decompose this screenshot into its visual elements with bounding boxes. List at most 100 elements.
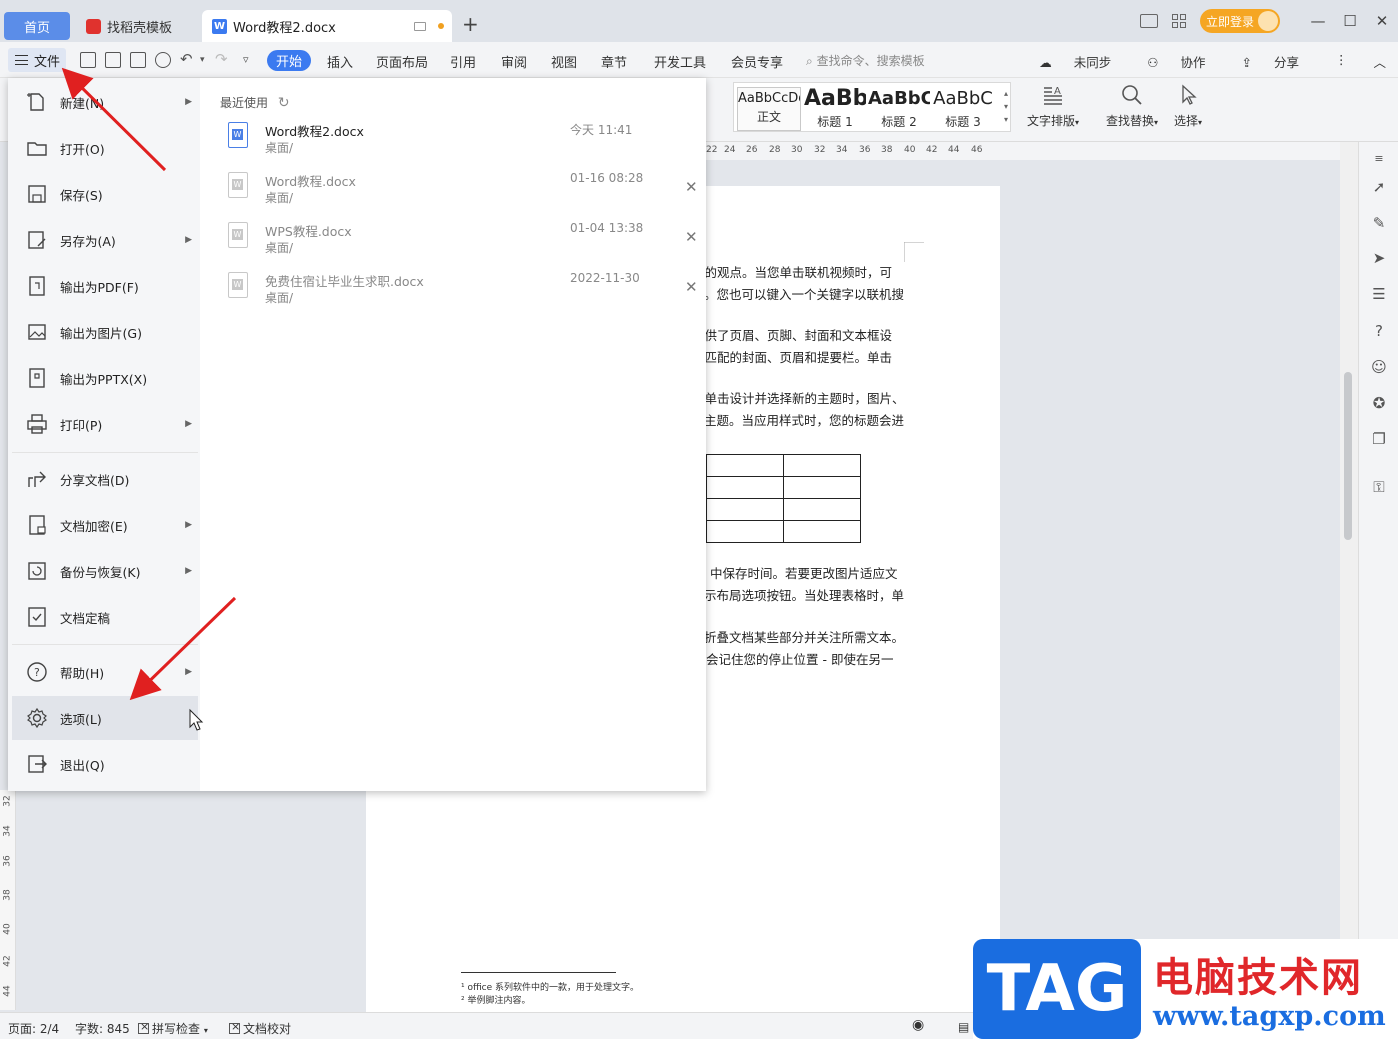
remove-recent-icon[interactable]: ✕ (685, 228, 698, 246)
more-icon[interactable]: ⋮ (1335, 52, 1348, 71)
sliders-icon[interactable]: ☰ (1370, 285, 1388, 303)
command-search[interactable]: ⌕ 查找命令、搜索模板 (806, 52, 925, 69)
preview-icon[interactable] (155, 52, 171, 68)
find-replace-button[interactable]: 查找替换▾ (1106, 84, 1158, 129)
style-heading-1[interactable]: AaBb 标题 1 (804, 87, 866, 131)
file-menu-button[interactable]: 文件 (8, 48, 66, 72)
file-menu-item[interactable]: 选项(L) (12, 696, 198, 740)
help-circle-icon[interactable]: ? (1370, 322, 1388, 340)
horizontal-ruler[interactable]: 22 24 26 28 30 32 34 36 38 40 42 44 46 (706, 142, 1340, 160)
proofread-button[interactable]: 文档校对 (229, 1020, 291, 1037)
collaborate-button[interactable]: ⚇ 协作 (1147, 52, 1223, 71)
style-normal[interactable]: AaBbCcDd 正文 (737, 87, 801, 131)
ruler-tick: 28 (769, 145, 781, 155)
remove-recent-icon[interactable]: ✕ (685, 178, 698, 196)
tab-page-layout[interactable]: 页面布局 (376, 52, 428, 71)
close-button[interactable]: ✕ (1366, 12, 1398, 30)
monitor-icon[interactable] (413, 21, 426, 31)
search-icon: ⌕ (806, 54, 813, 68)
ruler-tick: 34 (2, 825, 13, 837)
recent-file-item[interactable]: W 免费住宿让毕业生求职.docx 桌面/2022-11-30 ✕ (220, 268, 700, 316)
new-tab-button[interactable]: + (462, 12, 479, 36)
share-button[interactable]: ⇪ 分享 (1242, 52, 1317, 71)
layout-icon[interactable] (1140, 14, 1158, 28)
recent-file-item[interactable]: W Word教程.docx 桌面/01-16 08:28 ✕ (220, 168, 700, 216)
eye-icon[interactable]: ◉ (912, 1017, 924, 1033)
undo-dropdown-icon[interactable]: ▾ (200, 55, 205, 65)
collaborate-label: 协作 (1180, 55, 1206, 70)
export-icon[interactable] (105, 52, 121, 68)
ruler-tick: 36 (2, 855, 13, 867)
export-pdf-icon (26, 275, 48, 297)
apps-grid-icon[interactable] (1172, 14, 1186, 28)
robot-icon[interactable]: ☺ (1370, 358, 1388, 376)
tab-template[interactable]: 找稻壳模板 (78, 10, 196, 42)
login-label: 立即登录 (1206, 14, 1255, 29)
text-layout-button[interactable]: A 文字排版▾ (1027, 84, 1079, 129)
title-tab-bar: 首页 找稻壳模板 W Word教程2.docx + 立即登录 — ☐ ✕ (0, 0, 1398, 42)
tab-chapter[interactable]: 章节 (601, 52, 627, 71)
file-menu-item[interactable]: 保存(S) (12, 172, 198, 216)
doc-table[interactable] (706, 454, 861, 543)
file-menu-item[interactable]: 分享文档(D) (12, 457, 198, 501)
sync-button[interactable]: ☁ 未同步 (1039, 52, 1129, 71)
recent-file-item[interactable]: W Word教程2.docx 桌面/今天 11:41 (220, 118, 700, 166)
style-heading-2[interactable]: AaBbC 标题 2 (868, 87, 930, 131)
compass-icon[interactable]: ✪ (1370, 394, 1388, 412)
file-menu-item[interactable]: 备份与恢复(K) ▶ (12, 549, 198, 593)
file-menu-item[interactable]: 打开(O) (12, 126, 198, 170)
file-menu-item[interactable]: 文档定稿 (12, 595, 198, 639)
file-menu-item[interactable]: 退出(Q) (12, 742, 198, 786)
collapse-ribbon-icon[interactable]: ︿ (1373, 52, 1386, 71)
file-menu-item[interactable]: 打印(P) ▶ (12, 402, 198, 446)
view-mode-icon[interactable]: ▤ (958, 1020, 969, 1034)
tab-review[interactable]: 审阅 (501, 52, 527, 71)
tab-member[interactable]: 会员专享 (731, 52, 783, 71)
scrollbar-thumb[interactable] (1344, 372, 1352, 540)
word-count[interactable]: 字数: 845 (75, 1020, 130, 1037)
file-menu-item[interactable]: 新建(N) ▶ (12, 80, 198, 124)
maximize-button[interactable]: ☐ (1334, 12, 1366, 30)
file-menu-item[interactable]: 输出为PPTX(X) (12, 356, 198, 400)
book-icon[interactable]: ❐ (1370, 430, 1388, 448)
file-menu-item[interactable]: 另存为(A) ▶ (12, 218, 198, 262)
style-scroll-icon[interactable]: ▴ ▾ ▾ (1004, 87, 1008, 126)
vertical-scrollbar[interactable] (1340, 142, 1358, 1012)
watermark-tag-logo: TAG (973, 939, 1141, 1039)
spell-check-button[interactable]: 拼写检查 ▾ (138, 1020, 208, 1037)
save-icon[interactable] (80, 52, 96, 68)
tab-references[interactable]: 引用 (450, 52, 476, 71)
remove-recent-icon[interactable]: ✕ (685, 278, 698, 296)
vertical-ruler[interactable]: 32 34 36 38 40 42 44 (0, 790, 16, 1010)
login-button[interactable]: 立即登录 (1200, 9, 1280, 33)
select-button[interactable]: 选择▾ (1174, 84, 1202, 129)
file-menu-item[interactable]: 文档加密(E) ▶ (12, 503, 198, 547)
refresh-icon[interactable]: ↻ (278, 95, 290, 111)
pointer-icon[interactable]: ➤ (1370, 249, 1388, 267)
recent-file-item[interactable]: W WPS教程.docx 桌面/01-04 13:38 ✕ (220, 218, 700, 266)
tab-home[interactable]: 首页 (4, 12, 70, 40)
tab-insert[interactable]: 插入 (327, 52, 353, 71)
tab-view[interactable]: 视图 (551, 52, 577, 71)
file-menu-item[interactable]: ? 帮助(H) ▶ (12, 650, 198, 694)
page-indicator[interactable]: 页面: 2/4 (8, 1020, 59, 1037)
encrypt-icon (26, 514, 48, 536)
file-menu-item[interactable]: 输出为图片(G) (12, 310, 198, 354)
cloud-icon: ☁ (1039, 55, 1052, 70)
rocket-icon[interactable]: ➚ (1370, 178, 1388, 196)
undo-icon[interactable]: ↶ (180, 50, 193, 68)
tab-start[interactable]: 开始 (267, 50, 311, 71)
style-heading-3[interactable]: AaBbC 标题 3 (932, 87, 994, 131)
minimize-button[interactable]: — (1302, 12, 1334, 30)
redo-icon[interactable]: ↷ (215, 50, 228, 68)
tab-developer[interactable]: 开发工具 (654, 52, 706, 71)
print-icon[interactable] (130, 52, 146, 68)
file-menu-item[interactable]: 输出为PDF(F) (12, 264, 198, 308)
lock-icon[interactable]: ⚿ (1370, 478, 1388, 496)
ruler-tick: 38 (2, 889, 13, 901)
file-menu-item-label: 选项(L) (60, 711, 102, 727)
pen-icon[interactable]: ✎ (1370, 214, 1388, 232)
panel-collapse-icon[interactable]: ≡ (1370, 150, 1388, 168)
tab-document[interactable]: W Word教程2.docx (202, 10, 452, 42)
quick-access-more-icon[interactable]: ▿ (243, 53, 249, 66)
